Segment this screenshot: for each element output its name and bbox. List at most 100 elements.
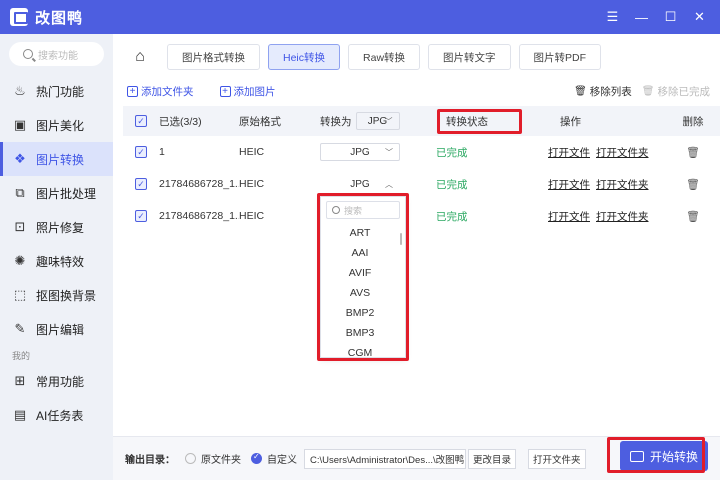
sidebar-group-label: 我的 — [12, 351, 31, 361]
fire-icon: ♨ — [14, 83, 26, 98]
delete-icon[interactable]: 🗑 — [686, 211, 700, 223]
add-folder-button[interactable]: + 添加文件夹 — [127, 84, 194, 99]
file-table: ✓ 已选(3/3) 原始格式 转换为 JPG ﹀ 转换状态 操作 删除 ✓ 1 H… — [123, 106, 720, 232]
row-checkbox[interactable]: ✓ — [135, 146, 147, 158]
radio-original-folder[interactable] — [185, 453, 196, 464]
add-image-icon: + — [219, 85, 231, 97]
sidebar-item-label: 趣味特效 — [36, 254, 85, 269]
delete-icon[interactable]: 🗑 — [686, 179, 700, 191]
minimize-icon[interactable]: — — [627, 0, 656, 34]
target-format-select[interactable]: JPG ﹀ — [320, 143, 400, 161]
tab-bar: ⌂ 图片格式转换 Heic转换 Raw转换 图片转文字 图片转PDF — [113, 42, 720, 72]
sidebar-item-common[interactable]: ⊞ 常用功能 — [0, 364, 113, 398]
highlight-frame-dropdown — [317, 193, 409, 361]
table-header: ✓ 已选(3/3) 原始格式 转换为 JPG ﹀ 转换状态 操作 删除 — [123, 106, 720, 136]
remove-list-label: 移除列表 — [589, 85, 632, 98]
close-icon[interactable]: ✕ — [685, 0, 714, 34]
sidebar-item-beautify[interactable]: ▣ 图片美化 — [0, 108, 113, 142]
window-controls: ☰ — ☐ ✕ — [598, 0, 714, 34]
main-panel: ⌂ 图片格式转换 Heic转换 Raw转换 图片转文字 图片转PDF + 添加文件… — [113, 34, 720, 480]
menu-icon[interactable]: ☰ — [598, 0, 627, 34]
file-name: 1 — [159, 146, 165, 158]
remove-done-button[interactable]: 🗑 移除已完成 — [642, 84, 710, 99]
sidebar-item-label: 图片转换 — [36, 152, 85, 167]
status-text: 已完成 — [436, 210, 468, 223]
open-file-link[interactable]: 打开文件 — [548, 209, 590, 224]
convert-icon: ❖ — [14, 151, 26, 166]
open-file-link[interactable]: 打开文件 — [548, 145, 590, 160]
tab-image-format[interactable]: 图片格式转换 — [167, 44, 260, 70]
table-row: ✓ 21784686728_1... HEIC JPG ︿ 已完成 打开文件 打开文… — [123, 168, 720, 200]
tab-image-to-text[interactable]: 图片转文字 — [428, 44, 511, 70]
header-orig-format: 原始格式 — [239, 115, 281, 128]
open-folder-link[interactable]: 打开文件夹 — [596, 209, 649, 224]
sidebar-search-input[interactable]: 搜索功能 — [9, 42, 104, 66]
chevron-down-icon: ﹀ — [384, 117, 393, 126]
status-text: 已完成 — [436, 178, 468, 191]
sidebar-item-cutout[interactable]: ⬚ 抠图换背景 — [0, 278, 113, 312]
home-icon[interactable]: ⌂ — [127, 44, 153, 70]
sidebar-item-label: 图片批处理 — [36, 186, 97, 201]
sidebar-item-repair[interactable]: ⊡ 照片修复 — [0, 210, 113, 244]
task-icon: ▤ — [13, 407, 27, 422]
radio-custom-folder[interactable] — [251, 452, 262, 464]
header-ops: 操作 — [560, 115, 581, 128]
sidebar-item-label: 抠图换背景 — [36, 288, 97, 303]
radio-original-label: 原文件夹 — [201, 455, 241, 466]
sidebar-item-effects[interactable]: ✺ 趣味特效 — [0, 244, 113, 278]
header-selected: 已选(3/3) — [159, 115, 202, 128]
sidebar-item-convert[interactable]: ❖ 图片转换 — [0, 142, 113, 176]
trash-icon: 🗑 — [574, 85, 587, 97]
sidebar-item-label: 图片编辑 — [36, 322, 85, 337]
effects-icon: ✺ — [14, 253, 26, 268]
remove-done-label: 移除已完成 — [657, 85, 711, 98]
convert-all-select[interactable]: JPG ﹀ — [355, 112, 400, 130]
add-image-label: 添加图片 — [233, 85, 276, 98]
file-format: HEIC — [239, 178, 265, 190]
grid-icon: ⊞ — [14, 373, 26, 388]
tab-raw[interactable]: Raw转换 — [348, 44, 421, 70]
tab-heic[interactable]: Heic转换 — [268, 44, 341, 70]
open-folder-link[interactable]: 打开文件夹 — [596, 145, 649, 160]
maximize-icon[interactable]: ☐ — [656, 0, 685, 34]
status-text: 已完成 — [436, 146, 468, 159]
app-title: 改图鸭 — [35, 9, 84, 27]
sidebar-item-label: AI任务表 — [36, 408, 84, 423]
file-format: HEIC — [239, 210, 265, 222]
open-folder-link[interactable]: 打开文件夹 — [596, 177, 649, 192]
trash-icon: 🗑 — [641, 85, 655, 97]
image-icon: ▣ — [13, 117, 27, 132]
output-path-field[interactable]: C:\Users\Administrator\Des...\改图鸭 — [304, 448, 466, 469]
add-image-button[interactable]: + 添加图片 — [219, 84, 276, 99]
target-format-value: JPG — [350, 146, 370, 158]
sidebar-item-label: 常用功能 — [36, 374, 85, 389]
target-format-select[interactable]: JPG ︿ — [320, 175, 400, 193]
row-checkbox[interactable]: ✓ — [135, 178, 147, 190]
tab-image-to-pdf[interactable]: 图片转PDF — [518, 44, 602, 70]
delete-icon[interactable]: 🗑 — [686, 147, 700, 159]
sidebar-item-batch[interactable]: ⧉ 图片批处理 — [0, 176, 113, 210]
sidebar-item-ai-tasks[interactable]: ▤ AI任务表 — [0, 398, 113, 432]
title-bar: 改图鸭 ☰ — ☐ ✕ — [0, 0, 720, 34]
sidebar-item-label: 热门功能 — [36, 84, 85, 99]
header-delete: 删除 — [682, 115, 704, 128]
edit-icon: ✎ — [14, 321, 26, 336]
remove-list-button[interactable]: 🗑 移除列表 — [574, 84, 632, 99]
batch-icon: ⧉ — [15, 185, 25, 200]
row-checkbox[interactable]: ✓ — [135, 210, 147, 222]
select-all-checkbox[interactable]: ✓ — [135, 115, 147, 127]
header-convert-to: 转换为 — [320, 115, 352, 128]
chevron-down-icon: ﹀ — [385, 148, 393, 157]
add-folder-label: 添加文件夹 — [141, 85, 194, 98]
toolbar-right: 🗑 移除列表 🗑 移除已完成 — [564, 84, 710, 99]
sidebar-item-hot[interactable]: ♨ 热门功能 — [0, 74, 113, 108]
search-icon — [23, 49, 33, 59]
table-row: ✓ 1 HEIC JPG ﹀ 已完成 打开文件 打开文件夹 🗑 — [123, 136, 720, 168]
open-output-folder-button[interactable]: 打开文件夹 — [528, 448, 586, 469]
target-format-value: JPG — [350, 178, 370, 190]
toolbar: + 添加文件夹 + 添加图片 🗑 移除列表 🗑 移除已完成 — [113, 80, 720, 102]
change-dir-button[interactable]: 更改目录 — [468, 448, 517, 469]
sidebar-item-edit[interactable]: ✎ 图片编辑 — [0, 312, 113, 346]
cutout-icon: ⬚ — [13, 287, 27, 302]
open-file-link[interactable]: 打开文件 — [548, 177, 590, 192]
